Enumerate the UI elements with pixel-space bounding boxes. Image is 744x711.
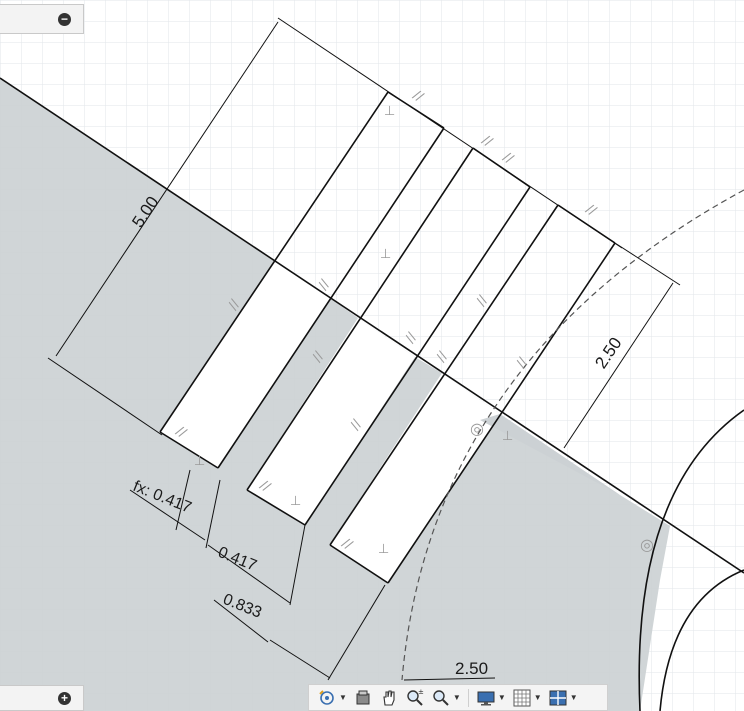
look-at-tool[interactable] xyxy=(351,687,375,709)
perpendicular-constraint-icon: ⊥ xyxy=(380,247,391,262)
coincident-constraint-icon: ◎ xyxy=(640,535,654,554)
grid-icon xyxy=(513,689,531,706)
orbit-icon xyxy=(319,689,334,705)
perpendicular-constraint-icon: ⊥ xyxy=(384,104,395,119)
zoom-icon: ± xyxy=(407,688,424,706)
svg-text:±: ± xyxy=(418,688,424,696)
pan-icon xyxy=(383,689,395,706)
pan-tool[interactable] xyxy=(377,687,401,709)
bottom-panel-collapsed: + xyxy=(0,685,84,711)
look-at-icon xyxy=(356,690,370,704)
zoom-window-icon xyxy=(433,689,449,706)
chevron-down-icon: ▼ xyxy=(339,693,347,702)
top-panel-collapsed: − xyxy=(0,4,84,34)
perpendicular-constraint-icon: ⊥ xyxy=(290,494,301,509)
chevron-down-icon: ▼ xyxy=(452,693,461,702)
navigation-bar: ▼ ± ▼ ▼ ▼ ▼ xyxy=(308,684,608,711)
coincident-constraint-icon: ◎ xyxy=(470,419,484,438)
toolbar-divider xyxy=(467,688,469,707)
display-settings-icon xyxy=(477,691,495,705)
chevron-down-icon: ▼ xyxy=(533,693,542,702)
grid-settings-tool[interactable]: ▼ xyxy=(510,687,544,709)
perpendicular-constraint-icon: ⊥ xyxy=(378,542,389,557)
display-settings-tool[interactable]: ▼ xyxy=(474,687,508,709)
chevron-down-icon: ▼ xyxy=(497,693,506,702)
viewports-tool[interactable]: ▼ xyxy=(546,687,580,709)
expand-panel-button[interactable]: + xyxy=(58,691,71,705)
zoom-tool[interactable]: ± xyxy=(403,687,427,709)
dim-radius-2-50-text[interactable]: 2.50 xyxy=(455,659,488,678)
collapse-panel-button[interactable]: − xyxy=(58,12,71,26)
orbit-tool[interactable]: ▼ xyxy=(315,687,349,709)
perpendicular-constraint-icon: ⊥ xyxy=(502,429,513,444)
viewports-icon xyxy=(549,690,567,705)
sketch-canvas[interactable]: 5.00 2.50 fx: 0.417 0.417 0.833 2.50 // … xyxy=(0,0,744,711)
zoom-window-tool[interactable]: ▼ xyxy=(429,687,463,709)
chevron-down-icon: ▼ xyxy=(569,693,578,702)
perpendicular-constraint-icon: ⊥ xyxy=(194,454,205,469)
